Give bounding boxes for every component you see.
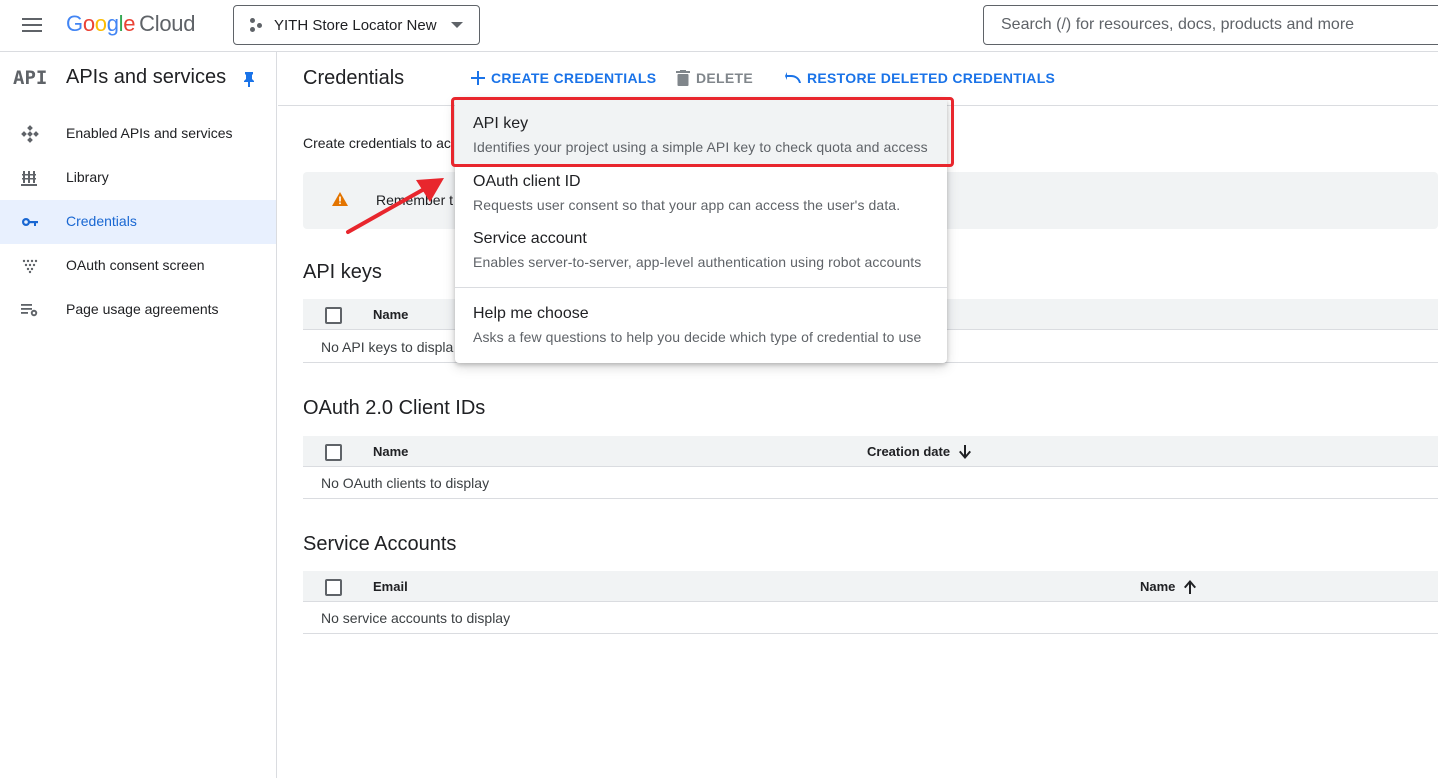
column-creation-date[interactable]: Creation date bbox=[867, 444, 972, 459]
menu-item-description: Requests user consent so that your app c… bbox=[473, 197, 901, 213]
column-name[interactable]: Name bbox=[1140, 579, 1197, 594]
project-picker[interactable]: YITH Store Locator New bbox=[233, 5, 480, 45]
api-nodes-icon bbox=[21, 125, 39, 143]
column-label: Creation date bbox=[867, 444, 951, 459]
search-input[interactable]: Search (/) for resources, docs, products… bbox=[983, 5, 1438, 45]
arrow-up-icon bbox=[1184, 579, 1197, 594]
create-credentials-button[interactable]: CREATE CREDENTIALS bbox=[471, 70, 656, 86]
sidebar-item-credentials[interactable]: Credentials bbox=[0, 200, 276, 244]
menu-item-description: Asks a few questions to help you decide … bbox=[473, 329, 922, 345]
select-all-checkbox[interactable] bbox=[325, 579, 342, 596]
menu-item-service-account[interactable]: Service account Enables server-to-server… bbox=[455, 221, 947, 278]
sidebar: API APIs and services Enabled APIs and s… bbox=[0, 52, 277, 778]
project-icon bbox=[248, 17, 264, 33]
column-label: Name bbox=[1140, 579, 1176, 594]
sidebar-item-label: Library bbox=[66, 169, 109, 185]
service-accounts-title: Service Accounts bbox=[303, 533, 457, 555]
menu-item-title: Help me choose bbox=[473, 305, 589, 322]
service-accounts-table-header: Email Name bbox=[303, 571, 1438, 602]
empty-message: No service accounts to display bbox=[321, 610, 511, 626]
sidebar-item-label: OAuth consent screen bbox=[66, 257, 205, 273]
service-accounts-empty-row: No service accounts to display bbox=[303, 602, 1438, 634]
sidebar-item-oauth-consent[interactable]: OAuth consent screen bbox=[0, 244, 276, 288]
arrow-down-icon bbox=[959, 444, 972, 459]
menu-divider bbox=[455, 287, 947, 288]
trash-icon bbox=[676, 70, 690, 86]
logo-cloud-text: Cloud bbox=[139, 11, 196, 36]
chevron-down-icon bbox=[451, 22, 463, 28]
oauth-table-header: Name Creation date bbox=[303, 436, 1438, 467]
main-menu-icon[interactable] bbox=[20, 15, 44, 37]
key-icon bbox=[22, 218, 38, 226]
api-logo: API bbox=[13, 67, 48, 89]
sidebar-item-label: Credentials bbox=[66, 213, 137, 229]
select-all-checkbox[interactable] bbox=[325, 444, 342, 461]
sidebar-item-label: Enabled APIs and services bbox=[66, 125, 233, 141]
pin-icon[interactable] bbox=[243, 71, 255, 87]
google-cloud-logo[interactable]: Google Cloud bbox=[66, 11, 195, 37]
project-name: YITH Store Locator New bbox=[274, 16, 437, 34]
annotation-arrow-icon bbox=[346, 178, 444, 234]
menu-item-description: Enables server-to-server, app-level auth… bbox=[473, 254, 922, 270]
column-email[interactable]: Email bbox=[373, 579, 408, 594]
restore-deleted-credentials-button[interactable]: RESTORE DELETED CREDENTIALS bbox=[785, 70, 1055, 86]
delete-button[interactable]: DELETE bbox=[676, 70, 753, 86]
column-name[interactable]: Name bbox=[373, 307, 408, 322]
sidebar-item-library[interactable]: Library bbox=[0, 156, 276, 200]
library-icon bbox=[21, 171, 37, 186]
undo-icon bbox=[785, 72, 801, 83]
annotation-highlight-box bbox=[451, 97, 954, 167]
top-bar: Google Cloud YITH Store Locator New Searc… bbox=[0, 0, 1438, 52]
oauth-client-ids-title: OAuth 2.0 Client IDs bbox=[303, 397, 486, 419]
column-name[interactable]: Name bbox=[373, 444, 408, 459]
menu-item-help-me-choose[interactable]: Help me choose Asks a few questions to h… bbox=[455, 297, 947, 357]
search-placeholder: Search (/) for resources, docs, products… bbox=[1001, 16, 1355, 33]
sidebar-item-label: Page usage agreements bbox=[66, 301, 219, 317]
plus-icon bbox=[471, 71, 485, 85]
api-keys-title: API keys bbox=[303, 261, 382, 283]
empty-message: No API keys to displa bbox=[321, 339, 454, 355]
sidebar-item-enabled-apis[interactable]: Enabled APIs and services bbox=[0, 112, 276, 156]
menu-item-title: Service account bbox=[473, 230, 587, 247]
select-all-checkbox[interactable] bbox=[325, 307, 342, 324]
sidebar-item-page-usage[interactable]: Page usage agreements bbox=[0, 288, 276, 332]
intro-text: Create credentials to ac bbox=[303, 135, 451, 151]
empty-message: No OAuth clients to display bbox=[321, 475, 490, 491]
sidebar-title: APIs and services bbox=[66, 66, 227, 88]
consent-dots-icon bbox=[22, 259, 38, 274]
menu-item-title: OAuth client ID bbox=[473, 173, 581, 190]
oauth-empty-row: No OAuth clients to display bbox=[303, 467, 1438, 499]
sidebar-header: API APIs and services bbox=[0, 52, 276, 105]
menu-item-oauth-client-id[interactable]: OAuth client ID Requests user consent so… bbox=[455, 164, 947, 221]
settings-list-icon bbox=[21, 304, 38, 317]
page-title: Credentials bbox=[303, 67, 405, 89]
